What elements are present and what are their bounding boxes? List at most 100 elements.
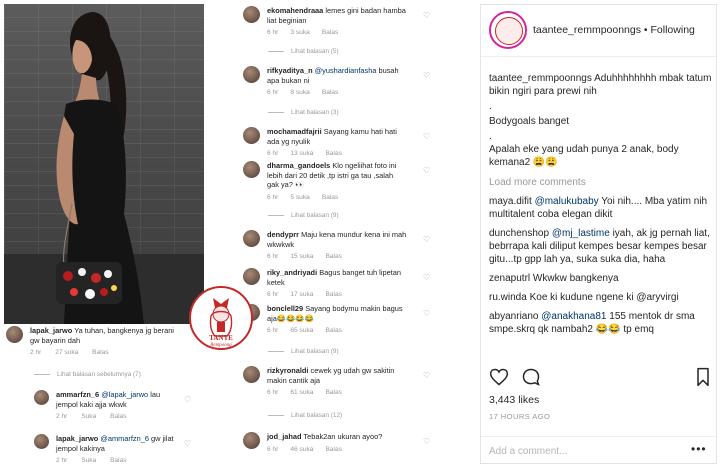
comment-username[interactable]: mochamadfajrii xyxy=(267,127,322,136)
profile-avatar[interactable] xyxy=(489,11,527,49)
comment-text: Tebak2an ukuran ayoo? xyxy=(303,432,383,441)
avatar[interactable] xyxy=(243,230,260,247)
comment-time: 6 hr xyxy=(267,150,279,157)
heart-icon[interactable]: ♡ xyxy=(423,437,430,447)
comment-icon[interactable] xyxy=(521,367,541,387)
post-header: taantee_remmpoonngs • Following xyxy=(481,5,716,57)
comment-username[interactable]: maya.difit xyxy=(489,196,532,207)
comment-mention[interactable]: @lapak_jarwo xyxy=(101,390,148,399)
post-username[interactable]: taantee_remmpoonngs xyxy=(533,24,641,36)
comment-likes[interactable]: 61 suka xyxy=(290,389,313,396)
comment-likes[interactable]: 15 suka xyxy=(290,253,313,260)
comment-likes[interactable]: 5 suka xyxy=(290,194,309,201)
heart-icon[interactable]: ♡ xyxy=(423,235,430,245)
comment-time: 2 hr xyxy=(30,349,42,356)
bookmark-icon[interactable] xyxy=(694,367,712,387)
comment-username[interactable]: lapak_jarwo xyxy=(30,326,72,335)
view-replies-link[interactable]: Lihat balasan (3) xyxy=(268,109,339,116)
comment-likes[interactable]: 65 suka xyxy=(290,327,313,334)
comment-mention[interactable]: @anakhana81 xyxy=(541,311,606,322)
comment-username[interactable]: abyanriano xyxy=(489,311,538,322)
comment-username[interactable]: ru.winda xyxy=(489,292,527,303)
reply-button[interactable]: Balas xyxy=(325,327,342,334)
heart-icon[interactable]: ♡ xyxy=(423,132,430,142)
comment-likes[interactable]: 13 suka xyxy=(290,150,313,157)
comment-likes[interactable]: 46 suka xyxy=(290,446,313,453)
comment-likes[interactable]: 8 suka xyxy=(290,89,309,96)
load-more-comments-link[interactable]: Load more comments xyxy=(489,176,714,189)
heart-icon[interactable]: ♡ xyxy=(423,166,430,176)
comment-mention[interactable]: @mj_lastime xyxy=(552,228,610,239)
avatar[interactable] xyxy=(243,161,260,178)
caption-separator: . xyxy=(489,101,492,112)
comment-likes[interactable]: 27 suka xyxy=(55,349,78,356)
following-button[interactable]: • Following xyxy=(644,24,695,36)
view-replies-link[interactable]: Lihat balasan (9) xyxy=(268,212,339,219)
avatar[interactable] xyxy=(243,66,260,83)
caption-username[interactable]: taantee_remmpoonngs xyxy=(489,73,592,84)
caption-line-2: Bodygoals banget xyxy=(489,116,570,127)
comment-time: 2 hr xyxy=(56,457,68,464)
reply-button[interactable]: Balas xyxy=(110,457,127,464)
reply-button[interactable]: Balas xyxy=(325,389,342,396)
comment-time: 6 hr xyxy=(267,89,279,96)
more-icon[interactable]: ••• xyxy=(691,442,707,456)
view-replies-link[interactable]: Lihat balasan sebelumnya (7) xyxy=(34,371,141,378)
avatar[interactable] xyxy=(34,390,49,405)
post-detail-panel: taantee_remmpoonngs • Following taantee_… xyxy=(480,4,717,464)
view-replies-link[interactable]: Lihat balasan (9) xyxy=(268,348,339,355)
heart-icon[interactable]: ♡ xyxy=(423,11,430,21)
comment-mention[interactable]: @malukubaby xyxy=(535,196,599,207)
avatar[interactable] xyxy=(6,326,23,343)
avatar[interactable] xyxy=(243,432,260,449)
comment-text: Koe ki kudune ngene ki @aryvirgi xyxy=(529,292,679,303)
reply-button[interactable]: Balas xyxy=(322,194,339,201)
comment-likes[interactable]: 17 suka xyxy=(290,291,313,298)
reply-button[interactable]: Balas xyxy=(92,349,109,356)
comment-username[interactable]: lapak_jarwo xyxy=(56,434,98,443)
comment-username[interactable]: ammarfzn_6 xyxy=(56,390,99,399)
view-replies-link[interactable]: Lihat balasan (12) xyxy=(268,412,342,419)
comment-time: 6 hr xyxy=(267,389,279,396)
avatar[interactable] xyxy=(243,268,260,285)
avatar[interactable] xyxy=(243,366,260,383)
comment-username[interactable]: zenaputrl xyxy=(489,273,530,284)
reply-button[interactable]: Balas xyxy=(325,291,342,298)
comment-time: 6 hr xyxy=(267,253,279,260)
comment-time: 6 hr xyxy=(267,291,279,298)
comment-username[interactable]: rifkyaditya_n xyxy=(267,66,313,75)
comment-likes[interactable]: 3 suka xyxy=(290,29,309,36)
reply-button[interactable]: Balas xyxy=(325,253,342,260)
avatar[interactable] xyxy=(34,434,49,449)
heart-icon[interactable]: ♡ xyxy=(184,395,191,405)
reply-button[interactable]: Balas xyxy=(325,446,342,453)
reply-button[interactable]: Balas xyxy=(325,150,342,157)
like-comment-button[interactable]: Suka xyxy=(81,457,96,464)
comment-username[interactable]: jod_jahad xyxy=(267,432,302,441)
heart-icon[interactable]: ♡ xyxy=(423,71,430,81)
heart-icon[interactable]: ♡ xyxy=(423,273,430,283)
likes-count[interactable]: 3,443 likes xyxy=(489,394,539,406)
heart-icon[interactable]: ♡ xyxy=(423,371,430,381)
heart-icon[interactable]: ♡ xyxy=(423,309,430,319)
comment-username[interactable]: dendyprr xyxy=(267,230,299,239)
avatar[interactable] xyxy=(243,6,260,23)
heart-icon[interactable] xyxy=(489,367,509,387)
comment-mention[interactable]: @ammarfzn_6 xyxy=(100,434,149,443)
reply-button[interactable]: Balas xyxy=(110,413,127,420)
comment-username[interactable]: ekomahendraaa xyxy=(267,6,323,15)
comment-username[interactable]: dunchenshop xyxy=(489,228,549,239)
add-comment-input[interactable]: Add a comment... xyxy=(489,446,567,457)
reply-button[interactable]: Balas xyxy=(322,89,339,96)
comment-mention[interactable]: @yushardianfasha xyxy=(315,66,377,75)
avatar[interactable] xyxy=(243,127,260,144)
comment-username[interactable]: riky_andriyadi xyxy=(267,268,317,277)
view-replies-link[interactable]: Lihat balasan (5) xyxy=(268,48,339,55)
comment-username[interactable]: rizkyronaldi xyxy=(267,366,308,375)
comment-username[interactable]: dharma_gandoels xyxy=(267,161,330,170)
like-comment-button[interactable]: Suka xyxy=(81,413,96,420)
logo-text-tante: TANTE xyxy=(209,334,233,342)
reply-button[interactable]: Balas xyxy=(322,29,339,36)
comment-username[interactable]: bonclell29 xyxy=(267,304,303,313)
heart-icon[interactable]: ♡ xyxy=(184,439,191,449)
